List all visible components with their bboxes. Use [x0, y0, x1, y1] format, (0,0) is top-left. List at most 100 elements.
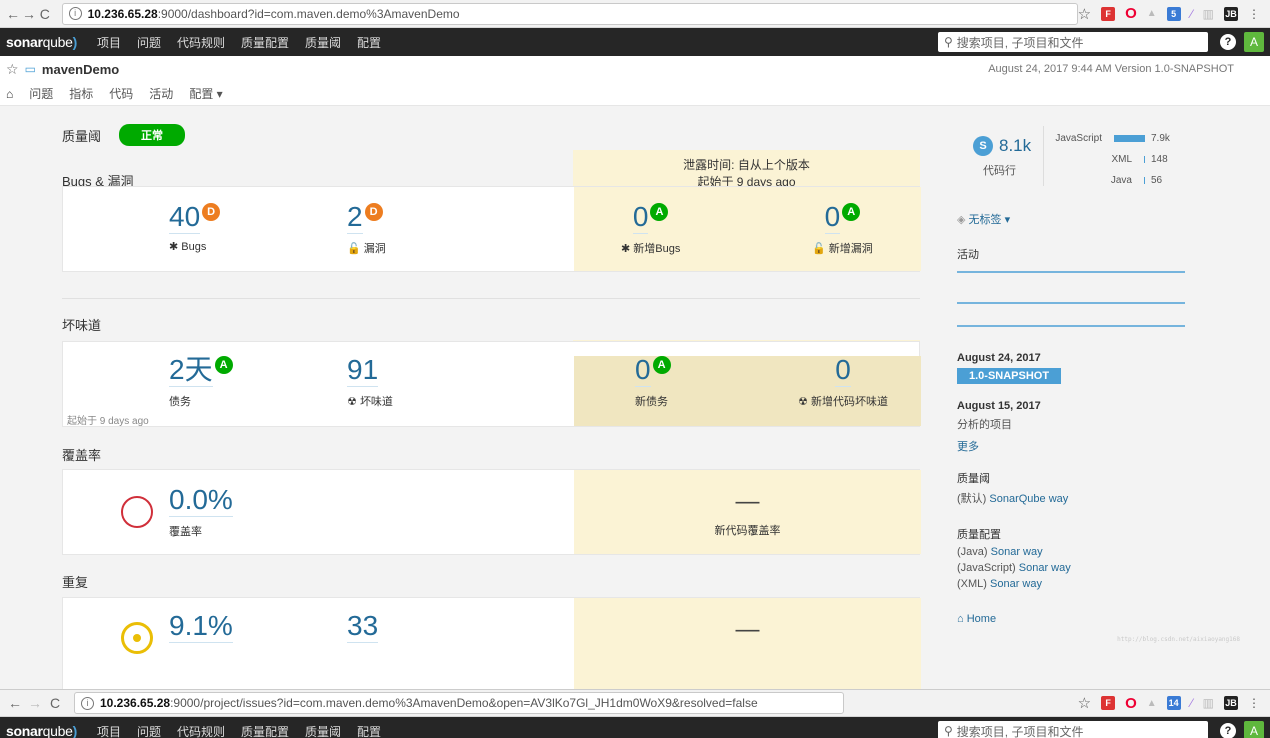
new-bugs-value[interactable]: 0: [632, 203, 649, 234]
tab-code[interactable]: 代码: [109, 85, 133, 102]
loc-label: 代码行: [983, 165, 1016, 177]
new-duplications-value: —: [735, 616, 760, 643]
menu-item-rules[interactable]: 代码规则: [177, 34, 225, 51]
qg-link[interactable]: SonarQube way: [989, 493, 1068, 505]
bugs-value[interactable]: 40: [169, 203, 201, 234]
sonarqube-navbar: sonarqube) 项目 问题 代码规则 质量配置 质量阈 配置 ⚲ 搜索项目…: [0, 28, 1270, 56]
address-bar[interactable]: i 10.236.65.28:9000/dashboard?id=com.mav…: [61, 2, 1078, 25]
sonarqube-logo[interactable]: sonarqube): [6, 34, 77, 50]
ext-badge-icon[interactable]: 5: [1166, 6, 1181, 21]
search-input[interactable]: ⚲ 搜索项目, 子项目和文件: [938, 32, 1208, 52]
avatar[interactable]: A: [1244, 721, 1264, 738]
tab-issues[interactable]: 问题: [29, 85, 53, 102]
search-input[interactable]: ⚲ 搜索项目, 子项目和文件: [938, 721, 1208, 738]
ext-grid-icon[interactable]: ▥: [1203, 696, 1214, 710]
more-link[interactable]: 更多: [957, 438, 979, 454]
duplications-metric[interactable]: 9.1%: [169, 612, 233, 643]
new-code-smells-metric[interactable]: 0 ☢ 新增代码坏味道: [793, 356, 893, 409]
ext-drive-icon[interactable]: ▲: [1147, 698, 1157, 709]
home-link[interactable]: ⌂ Home: [957, 613, 996, 625]
extension-icons: ☆ F O ▲ 14 ⁄ ▥ JB ⋮: [1078, 694, 1264, 713]
vulnerabilities-metric[interactable]: 2D 🔓 漏洞: [347, 203, 386, 256]
help-icon[interactable]: ?: [1220, 723, 1236, 738]
new-coverage-metric[interactable]: — 新代码覆盖率: [574, 488, 921, 538]
forward-icon[interactable]: →: [26, 695, 44, 711]
reload-icon[interactable]: C: [46, 695, 64, 711]
home-icon[interactable]: ⌂: [0, 87, 24, 108]
activity-graph[interactable]: [957, 271, 1185, 327]
code-smells-value[interactable]: 91: [347, 356, 379, 387]
ext-badge-icon[interactable]: 14: [1166, 696, 1181, 710]
info-icon[interactable]: i: [68, 7, 82, 20]
coverage-value[interactable]: 0.0%: [169, 486, 233, 517]
forward-icon[interactable]: →: [22, 6, 36, 22]
tab-activity[interactable]: 活动: [149, 85, 173, 102]
duplications-value[interactable]: 9.1%: [169, 612, 233, 643]
new-duplications-metric[interactable]: —: [574, 616, 921, 644]
opera-icon[interactable]: O: [1125, 5, 1137, 22]
bugs-metric[interactable]: 40 D ✱ Bugs: [169, 203, 221, 253]
menu-item-rules[interactable]: 代码规则: [177, 723, 225, 738]
back-icon[interactable]: ←: [6, 6, 20, 22]
pen-icon[interactable]: ⁄: [1191, 7, 1193, 21]
menu-item-administration[interactable]: 配置: [357, 34, 381, 51]
debt-value[interactable]: 2天: [169, 356, 213, 387]
language-name: XML: [1111, 154, 1132, 165]
new-bugs-metric[interactable]: 0A ✱ 新增Bugs: [621, 203, 680, 256]
opera-icon[interactable]: O: [1125, 695, 1137, 712]
info-icon[interactable]: i: [81, 696, 94, 710]
smells-card: 2天 A 债务 91 ☢ 坏味道 起始于 9 days ago 0A 新债务 0 …: [62, 341, 921, 427]
menu-dots-icon[interactable]: ⋮: [1248, 7, 1260, 21]
reload-icon[interactable]: C: [38, 6, 52, 22]
code-smells-metric[interactable]: 91 ☢ 坏味道: [347, 356, 393, 409]
menu-item-quality-profiles[interactable]: 质量配置: [241, 34, 289, 51]
help-icon[interactable]: ?: [1220, 34, 1236, 50]
sonarqube-logo[interactable]: sonarqube): [6, 723, 77, 738]
event-text: 分析的项目: [957, 419, 1012, 431]
project-name[interactable]: mavenDemo: [42, 62, 119, 77]
project-meta: August 24, 2017 9:44 AM Version 1.0-SNAP…: [988, 63, 1234, 75]
new-debt-metric[interactable]: 0A 新债务: [635, 356, 671, 409]
jb-icon[interactable]: JB: [1224, 696, 1238, 710]
vulnerabilities-value[interactable]: 2: [347, 203, 363, 234]
loc-value[interactable]: 8.1k: [999, 136, 1031, 156]
menu-item-administration[interactable]: 配置: [357, 723, 381, 738]
coverage-metric[interactable]: 0.0% 覆盖率: [169, 486, 233, 539]
star-icon[interactable]: ☆: [1078, 5, 1091, 23]
menu-item-quality-gates[interactable]: 质量阈: [305, 34, 341, 51]
duplicated-blocks-value[interactable]: 33: [347, 612, 379, 643]
profile-link[interactable]: Sonar way: [990, 578, 1042, 590]
tab-administration[interactable]: 配置 ▾: [189, 85, 222, 102]
back-icon[interactable]: ←: [6, 695, 24, 711]
menu-item-issues[interactable]: 问题: [137, 34, 161, 51]
jb-icon[interactable]: JB: [1224, 6, 1238, 21]
menu-dots-icon[interactable]: ⋮: [1248, 696, 1260, 710]
duplicated-blocks-metric[interactable]: 33: [347, 612, 379, 643]
tab-measures[interactable]: 指标: [69, 85, 93, 102]
profile-link[interactable]: Sonar way: [991, 546, 1043, 558]
menu-item-quality-gates[interactable]: 质量阈: [305, 723, 341, 738]
menu-item-projects[interactable]: 项目: [97, 723, 121, 738]
loc-summary[interactable]: S 8.1k: [971, 136, 1031, 156]
favorite-star-icon[interactable]: ☆: [6, 61, 19, 78]
avatar[interactable]: A: [1244, 32, 1264, 52]
new-debt-value[interactable]: 0: [635, 356, 651, 387]
language-row: JavaScript 7.9k: [1047, 128, 1177, 149]
duplications-section-title: 重复: [62, 575, 89, 590]
address-bar[interactable]: i 10.236.65.28:9000/project/issues?id=co…: [74, 692, 844, 714]
menu-item-quality-profiles[interactable]: 质量配置: [241, 723, 289, 738]
ext-red-icon[interactable]: F: [1101, 6, 1116, 21]
tags-dropdown[interactable]: ◈ 无标签 ▾: [957, 211, 1010, 227]
ext-grid-icon[interactable]: ▥: [1203, 7, 1214, 21]
menu-item-issues[interactable]: 问题: [137, 723, 161, 738]
ext-drive-icon[interactable]: ▲: [1147, 8, 1157, 19]
menu-item-projects[interactable]: 项目: [97, 34, 121, 51]
new-code-smells-value[interactable]: 0: [835, 356, 851, 387]
ext-red-icon[interactable]: F: [1101, 696, 1116, 710]
pen-icon[interactable]: ⁄: [1191, 696, 1193, 710]
debt-metric[interactable]: 2天 A 债务: [169, 356, 233, 409]
star-icon[interactable]: ☆: [1078, 694, 1091, 712]
new-vulnerabilities-metric[interactable]: 0A 🔓 新增漏洞: [812, 203, 873, 256]
new-vulnerabilities-value[interactable]: 0: [824, 203, 841, 234]
profile-link[interactable]: Sonar way: [1019, 562, 1071, 574]
